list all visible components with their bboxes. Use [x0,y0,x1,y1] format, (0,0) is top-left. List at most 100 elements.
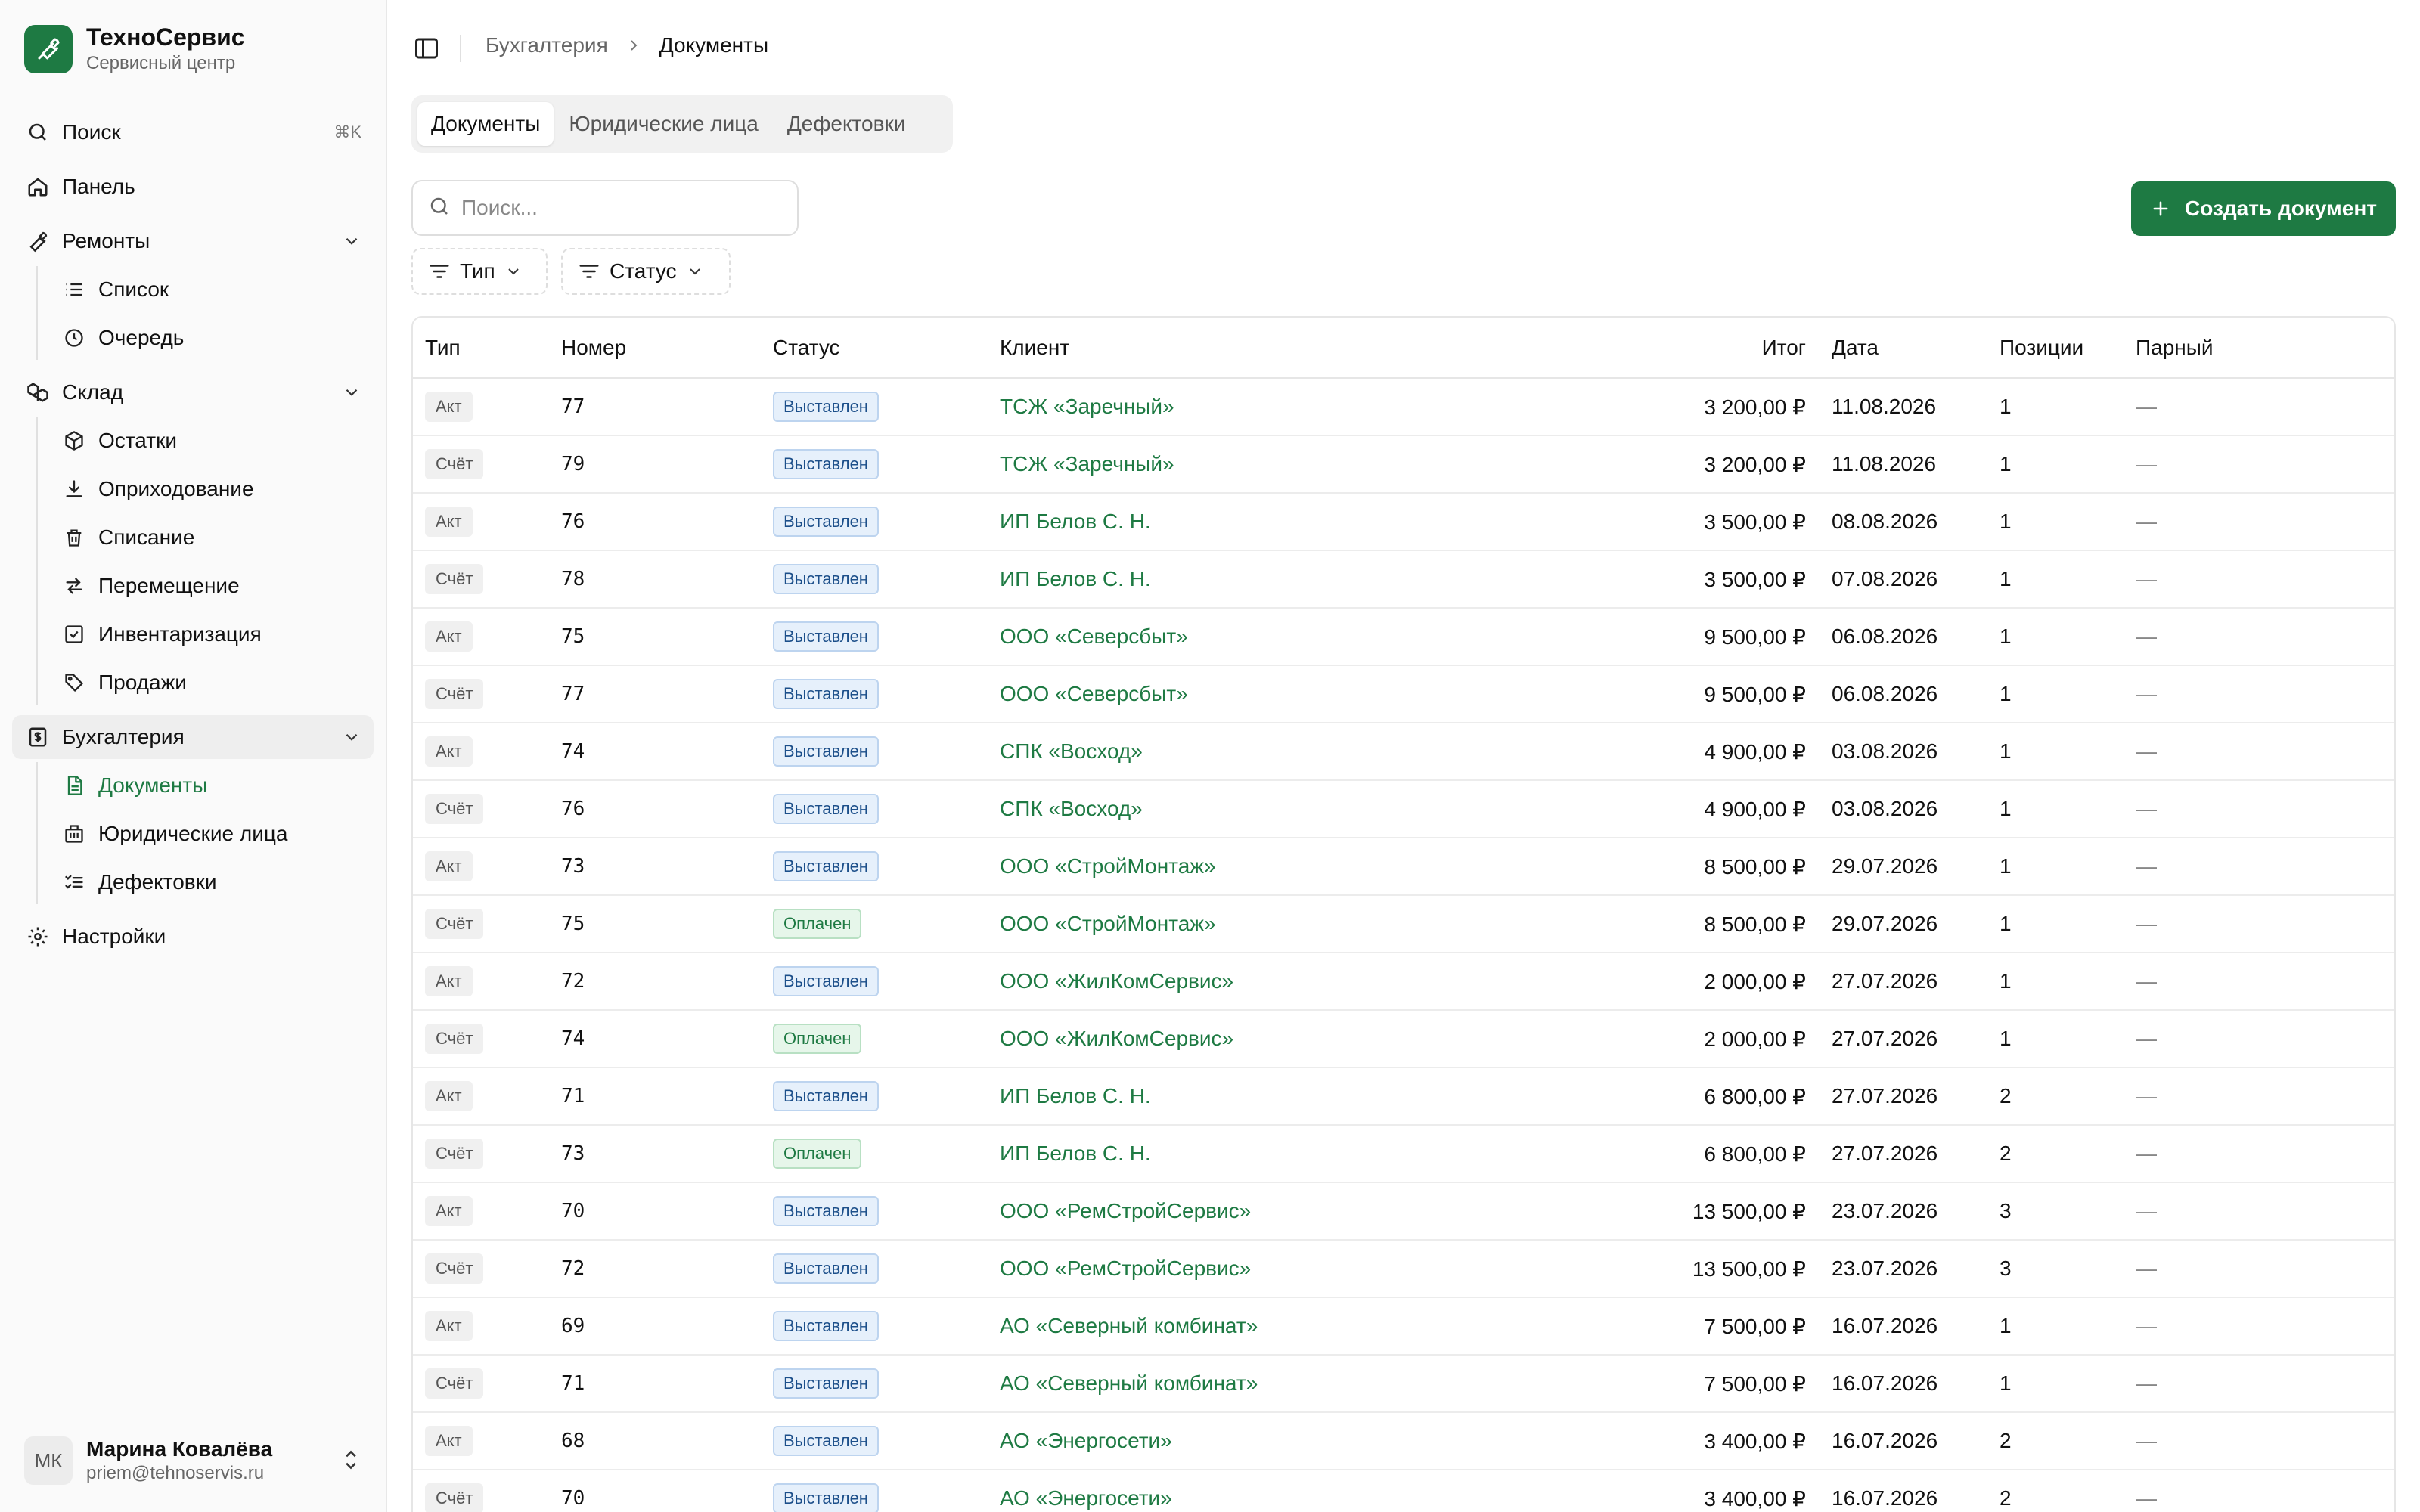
column-header-date[interactable]: Дата [1820,318,1987,379]
cell-pair: — [2124,1412,2394,1470]
client-link[interactable]: ИП Белов С. Н. [988,550,1623,609]
status-badge: Выставлен [773,1311,879,1341]
tab-documents[interactable]: Документы [417,102,554,146]
column-header-items[interactable]: Позиции [1987,318,2124,379]
column-header-total[interactable]: Итог [1623,318,1820,379]
chevron-down-icon[interactable] [342,383,361,402]
cell-number: 76 [549,780,761,838]
client-link[interactable]: АО «Северный комбинат» [988,1297,1623,1356]
table-row[interactable]: Акт 71 Выставлен ИП Белов С. Н. 6 800,00 ₽27… [413,1067,2394,1126]
client-link[interactable]: ООО «СтройМонтаж» [988,895,1623,953]
client-link[interactable]: ООО «Северсбыт» [988,608,1623,666]
table-row[interactable]: Счёт 70 Выставлен АО «Энергосети» 3 400,00 ₽… [413,1470,2394,1512]
checklist-icon [60,869,88,896]
client-link[interactable]: ТСЖ «Заречный» [988,378,1623,436]
client-link[interactable]: ТСЖ «Заречный» [988,435,1623,494]
table-row[interactable]: Акт 72 Выставлен ООО «ЖилКомСервис» 2 000,00… [413,953,2394,1011]
table-row[interactable]: Счёт 72 Выставлен ООО «РемСтройСервис» 13 50… [413,1240,2394,1298]
nav-warehouse[interactable]: Склад [12,370,374,414]
client-link[interactable]: АО «Энергосети» [988,1470,1623,1512]
cell-items: 1 [1987,435,2124,494]
status-badge: Выставлен [773,1368,879,1399]
breadcrumb-parent[interactable]: Бухгалтерия [486,33,608,57]
filter-status[interactable]: Статус [561,248,731,295]
sidebar-item-writeoff[interactable]: Списание [50,516,374,559]
table-row[interactable]: Счёт 75 Оплачен ООО «СтройМонтаж» 8 500,00 ₽… [413,895,2394,953]
client-link[interactable]: СПК «Восход» [988,723,1623,781]
nav-search[interactable]: Поиск ⌘K [12,110,374,154]
table-row[interactable]: Акт 77 Выставлен ТСЖ «Заречный» 3 200,00 ₽11… [413,378,2394,436]
column-header-number[interactable]: Номер [549,318,761,379]
cell-date: 16.07.2026 [1820,1297,1987,1356]
nav-repairs[interactable]: Ремонты [12,219,374,263]
table-row[interactable]: Акт 68 Выставлен АО «Энергосети» 3 400,00 ₽1… [413,1412,2394,1470]
table-row[interactable]: Счёт 74 Оплачен ООО «ЖилКомСервис» 2 000,00 … [413,1010,2394,1068]
table-row[interactable]: Акт 70 Выставлен ООО «РемСтройСервис» 13 500… [413,1182,2394,1241]
table-row[interactable]: Акт 73 Выставлен ООО «СтройМонтаж» 8 500,00 … [413,838,2394,896]
table-row[interactable]: Счёт 79 Выставлен ТСЖ «Заречный» 3 200,00 ₽1… [413,435,2394,494]
client-link[interactable]: ИП Белов С. Н. [988,1125,1623,1183]
nav-settings[interactable]: Настройки [12,915,374,959]
cell-status: Выставлен [761,493,988,551]
cell-pair: — [2124,1067,2394,1126]
table-row[interactable]: Акт 76 Выставлен ИП Белов С. Н. 3 500,00 ₽08… [413,493,2394,551]
table-row[interactable]: Счёт 73 Оплачен ИП Белов С. Н. 6 800,00 ₽27.… [413,1125,2394,1183]
topbar: Бухгалтерия Документы [387,0,2420,97]
type-badge: Счёт [425,449,484,479]
sidebar-item-sales[interactable]: Продажи [50,661,374,705]
sidebar-item-stock[interactable]: Остатки [50,419,374,463]
filter-type[interactable]: Тип [411,248,548,295]
nav-dashboard[interactable]: Панель [12,165,374,209]
table-row[interactable]: Акт 75 Выставлен ООО «Северсбыт» 9 500,00 ₽0… [413,608,2394,666]
sidebar-item-repairs-list[interactable]: Список [50,268,374,311]
cell-items: 1 [1987,723,2124,781]
cell-items: 3 [1987,1240,2124,1298]
cell-items: 1 [1987,550,2124,609]
client-link[interactable]: АО «Северный комбинат» [988,1355,1623,1413]
client-link[interactable]: СПК «Восход» [988,780,1623,838]
client-link[interactable]: ООО «Северсбыт» [988,665,1623,723]
sidebar-item-receiving[interactable]: Оприходование [50,467,374,511]
sidebar-item-defects[interactable]: Дефектовки [50,860,374,904]
sidebar-item-legal-entities[interactable]: Юридические лица [50,812,374,856]
tab-legal-entities[interactable]: Юридические лица [555,102,771,146]
client-link[interactable]: ООО «СтройМонтаж» [988,838,1623,896]
sidebar-item-repairs-queue[interactable]: Очередь [50,316,374,360]
sidebar-item-inventory[interactable]: Инвентаризация [50,612,374,656]
nav-accounting[interactable]: Бухгалтерия [12,715,374,759]
chevron-down-icon[interactable] [342,727,361,747]
table-row[interactable]: Счёт 78 Выставлен ИП Белов С. Н. 3 500,00 ₽0… [413,550,2394,609]
search-input[interactable] [461,196,779,220]
column-header-type[interactable]: Тип [413,318,549,379]
client-link[interactable]: ИП Белов С. Н. [988,493,1623,551]
column-header-status[interactable]: Статус [761,318,988,379]
chevron-down-icon[interactable] [342,231,361,251]
client-link[interactable]: ИП Белов С. Н. [988,1067,1623,1126]
sidebar-item-label: Очередь [98,326,185,349]
table-row[interactable]: Счёт 71 Выставлен АО «Северный комбинат» 7 5… [413,1355,2394,1413]
client-link[interactable]: ООО «РемСтройСервис» [988,1182,1623,1241]
table-row[interactable]: Счёт 77 Выставлен ООО «Северсбыт» 9 500,00 ₽… [413,665,2394,723]
user-menu[interactable]: МК Марина Ковалёва priem@tehnoservis.ru [24,1429,372,1492]
sidebar-item-documents[interactable]: Документы [50,764,374,807]
nav-accounting-label: Бухгалтерия [62,725,185,748]
building-icon [60,820,88,847]
table-row[interactable]: Акт 69 Выставлен АО «Северный комбинат» 7 50… [413,1297,2394,1356]
cell-total: 3 200,00 ₽ [1623,435,1820,494]
client-link[interactable]: ООО «ЖилКомСервис» [988,1010,1623,1068]
tab-defects[interactable]: Дефектовки [774,102,920,146]
client-link[interactable]: ООО «РемСтройСервис» [988,1240,1623,1298]
column-header-client[interactable]: Клиент [988,318,1623,379]
cell-type: Счёт [413,1010,549,1068]
column-header-pair[interactable]: Парный [2124,318,2394,379]
table-row[interactable]: Акт 74 Выставлен СПК «Восход» 4 900,00 ₽03.0… [413,723,2394,781]
sidebar-toggle-icon[interactable] [413,35,440,62]
brand[interactable]: ТехноСервис Сервисный центр [24,23,245,74]
cell-total: 7 500,00 ₽ [1623,1355,1820,1413]
table-row[interactable]: Счёт 76 Выставлен СПК «Восход» 4 900,00 ₽03.… [413,780,2394,838]
sidebar-item-transfer[interactable]: Перемещение [50,564,374,608]
client-link[interactable]: АО «Энергосети» [988,1412,1623,1470]
create-document-button[interactable]: Создать документ [2131,181,2396,236]
cell-date: 27.07.2026 [1820,1067,1987,1126]
client-link[interactable]: ООО «ЖилКомСервис» [988,953,1623,1011]
